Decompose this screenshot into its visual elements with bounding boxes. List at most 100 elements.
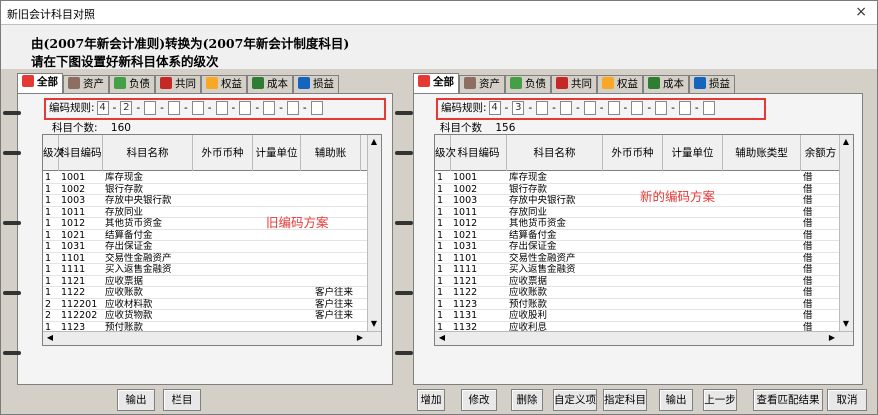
tab-right-1[interactable]: 资产 [459,75,505,93]
table-cell: 1111 [453,264,478,275]
scroll-down-icon[interactable]: ▼ [841,319,851,329]
tab-right-6[interactable]: 损益 [689,75,735,93]
scroll-left-icon[interactable]: ◀ [437,333,447,343]
binder-ring [395,151,413,155]
tab-right-3[interactable]: 共同 [551,75,597,93]
tab-left-4[interactable]: 权益 [201,75,247,93]
tab-right-4[interactable]: 权益 [597,75,643,93]
scroll-left-icon[interactable]: ◀ [45,333,55,343]
table-cell: 1 [45,275,52,287]
scroll-up-icon[interactable]: ▲ [369,137,379,147]
left-vertical-scrollbar[interactable]: ▲ ▼ [367,135,381,331]
column-header[interactable]: 科目编码 [451,135,507,171]
table-row[interactable]: 2 112202 应收货物款 客户往来 [43,310,367,322]
right-button-1[interactable]: 修改 [461,389,497,411]
tab-icon [160,77,172,89]
tab-right-5[interactable]: 成本 [643,75,689,93]
right-button-2[interactable]: 删除 [511,389,543,411]
table-row[interactable]: 1 1121 应收票据 借 [435,276,839,287]
column-header[interactable]: 级次 [43,135,64,171]
tab-icon [464,77,476,89]
right-button-3[interactable]: 自定义项 [553,389,597,411]
table-cell: 1 [437,206,444,218]
table-row[interactable]: 1 1123 预付账款 借 [435,298,839,310]
scroll-up-icon[interactable]: ▲ [841,137,851,147]
table-row[interactable]: 1 1012 其他货币资金 借 [435,218,839,230]
scroll-right-icon[interactable]: ▶ [355,333,365,343]
column-header[interactable]: 辅助账类型 [723,135,801,171]
scroll-right-icon[interactable]: ▶ [827,333,837,343]
close-icon[interactable]: × [855,4,867,20]
table-cell: 1021 [61,229,86,241]
table-row[interactable]: 1 1002 银行存款 [43,184,367,195]
column-header[interactable]: 外币币种 [193,135,253,171]
tab-label: 权益 [617,78,638,90]
table-row[interactable]: 1 1003 存放中央银行款 [43,195,367,207]
table-cell: 应收货物款 [105,310,153,321]
table-row[interactable]: 1 1122 应收账款 客户往来 [43,287,367,299]
table-row[interactable]: 1 1031 存出保证金 [43,241,367,253]
column-header[interactable]: 余额方 [801,135,841,171]
column-header[interactable]: 科目名称 [103,135,193,171]
tab-label: 负债 [129,78,150,90]
right-button-0[interactable]: 增加 [417,389,445,411]
table-cell: 借 [803,298,813,310]
right-panel-body: 编码规则: 4-3- - - - - - - - 科目个数 156 级次 科目编码 科目名称 外币币种… [413,93,863,385]
tab-left-2[interactable]: 负债 [109,75,155,93]
column-header[interactable]: 计量单位 [663,135,723,171]
table-row[interactable]: 1 1122 应收账款 借 [435,287,839,299]
right-vertical-scrollbar[interactable]: ▲ ▼ [839,135,853,331]
table-row[interactable]: 1 1031 存出保证金 借 [435,241,839,253]
left-horizontal-scrollbar[interactable]: ◀ ▶ [43,331,381,345]
table-row[interactable]: 2 112201 应收材料款 客户往来 [43,298,367,310]
tab-label: 负债 [525,78,546,90]
table-row[interactable]: 1 1021 结算备付金 [43,229,367,241]
table-row[interactable]: 1 1111 买入返售金融资 [43,264,367,276]
tab-left-5[interactable]: 成本 [247,75,293,93]
table-row[interactable]: 1 1011 存放同业 借 [435,206,839,218]
tab-label: 资产 [479,78,500,90]
column-header[interactable]: 计量单位 [253,135,301,171]
table-cell: 1 [45,229,52,241]
left-button-1[interactable]: 栏目 [163,389,201,411]
table-row[interactable]: 1 1101 交易性金融资产 借 [435,253,839,264]
left-button-0[interactable]: 输出 [117,389,155,411]
right-button-4[interactable]: 指定科目 [603,389,647,411]
right-button-5[interactable]: 输出 [659,389,693,411]
table-cell: 1012 [453,218,478,229]
right-button-8[interactable]: 取消 [827,389,867,411]
table-row[interactable]: 1 1101 交易性金融资产 [43,253,367,264]
button-bar: 输出 栏目 增加 修改 删除 自定义项 指定科目 输出 上一步 查看匹配结果 取消 [1,387,877,414]
table-row[interactable]: 1 1002 银行存款 借 [435,183,839,195]
column-header[interactable]: 辅助账 [301,135,361,171]
column-header[interactable]: 级次 [435,135,456,171]
tab-left-0[interactable]: 全部 [17,73,63,93]
table-row[interactable]: 1 1003 存放中央银行款 借 [435,195,839,207]
table-cell: 2 [45,298,52,310]
table-cell: 借 [803,241,813,252]
column-header[interactable]: 科目编码 [59,135,103,171]
column-header[interactable]: 科目名称 [507,135,603,171]
table-cell: 1131 [453,310,478,321]
tab-label: 全部 [37,76,58,88]
table-cell: 银行存款 [509,183,548,195]
table-row[interactable]: 1 1021 结算备付金 借 [435,230,839,241]
column-header[interactable]: 外币币种 [603,135,663,171]
right-button-7[interactable]: 查看匹配结果 [753,389,823,411]
table-row[interactable]: 1 1121 应收票据 [43,275,367,287]
right-button-6[interactable]: 上一步 [703,389,737,411]
tab-left-1[interactable]: 资产 [63,75,109,93]
right-horizontal-scrollbar[interactable]: ◀ ▶ [435,331,853,345]
table-row[interactable]: 1 1001 库存现金 [43,172,367,184]
table-row[interactable]: 1 1131 应收股利 借 [435,310,839,322]
tab-right-0[interactable]: 全部 [413,73,459,93]
scroll-down-icon[interactable]: ▼ [369,319,379,329]
left-count-value: 160 [110,122,131,134]
table-row[interactable]: 1 1001 库存现金 借 [435,172,839,184]
table-row[interactable]: 1 1111 买入返售金融资借 [435,264,839,276]
table-cell: 1122 [453,287,478,298]
tab-right-2[interactable]: 负债 [505,75,551,93]
tab-left-6[interactable]: 损益 [293,75,339,93]
tab-left-3[interactable]: 共同 [155,75,201,93]
tab-icon [206,77,218,89]
